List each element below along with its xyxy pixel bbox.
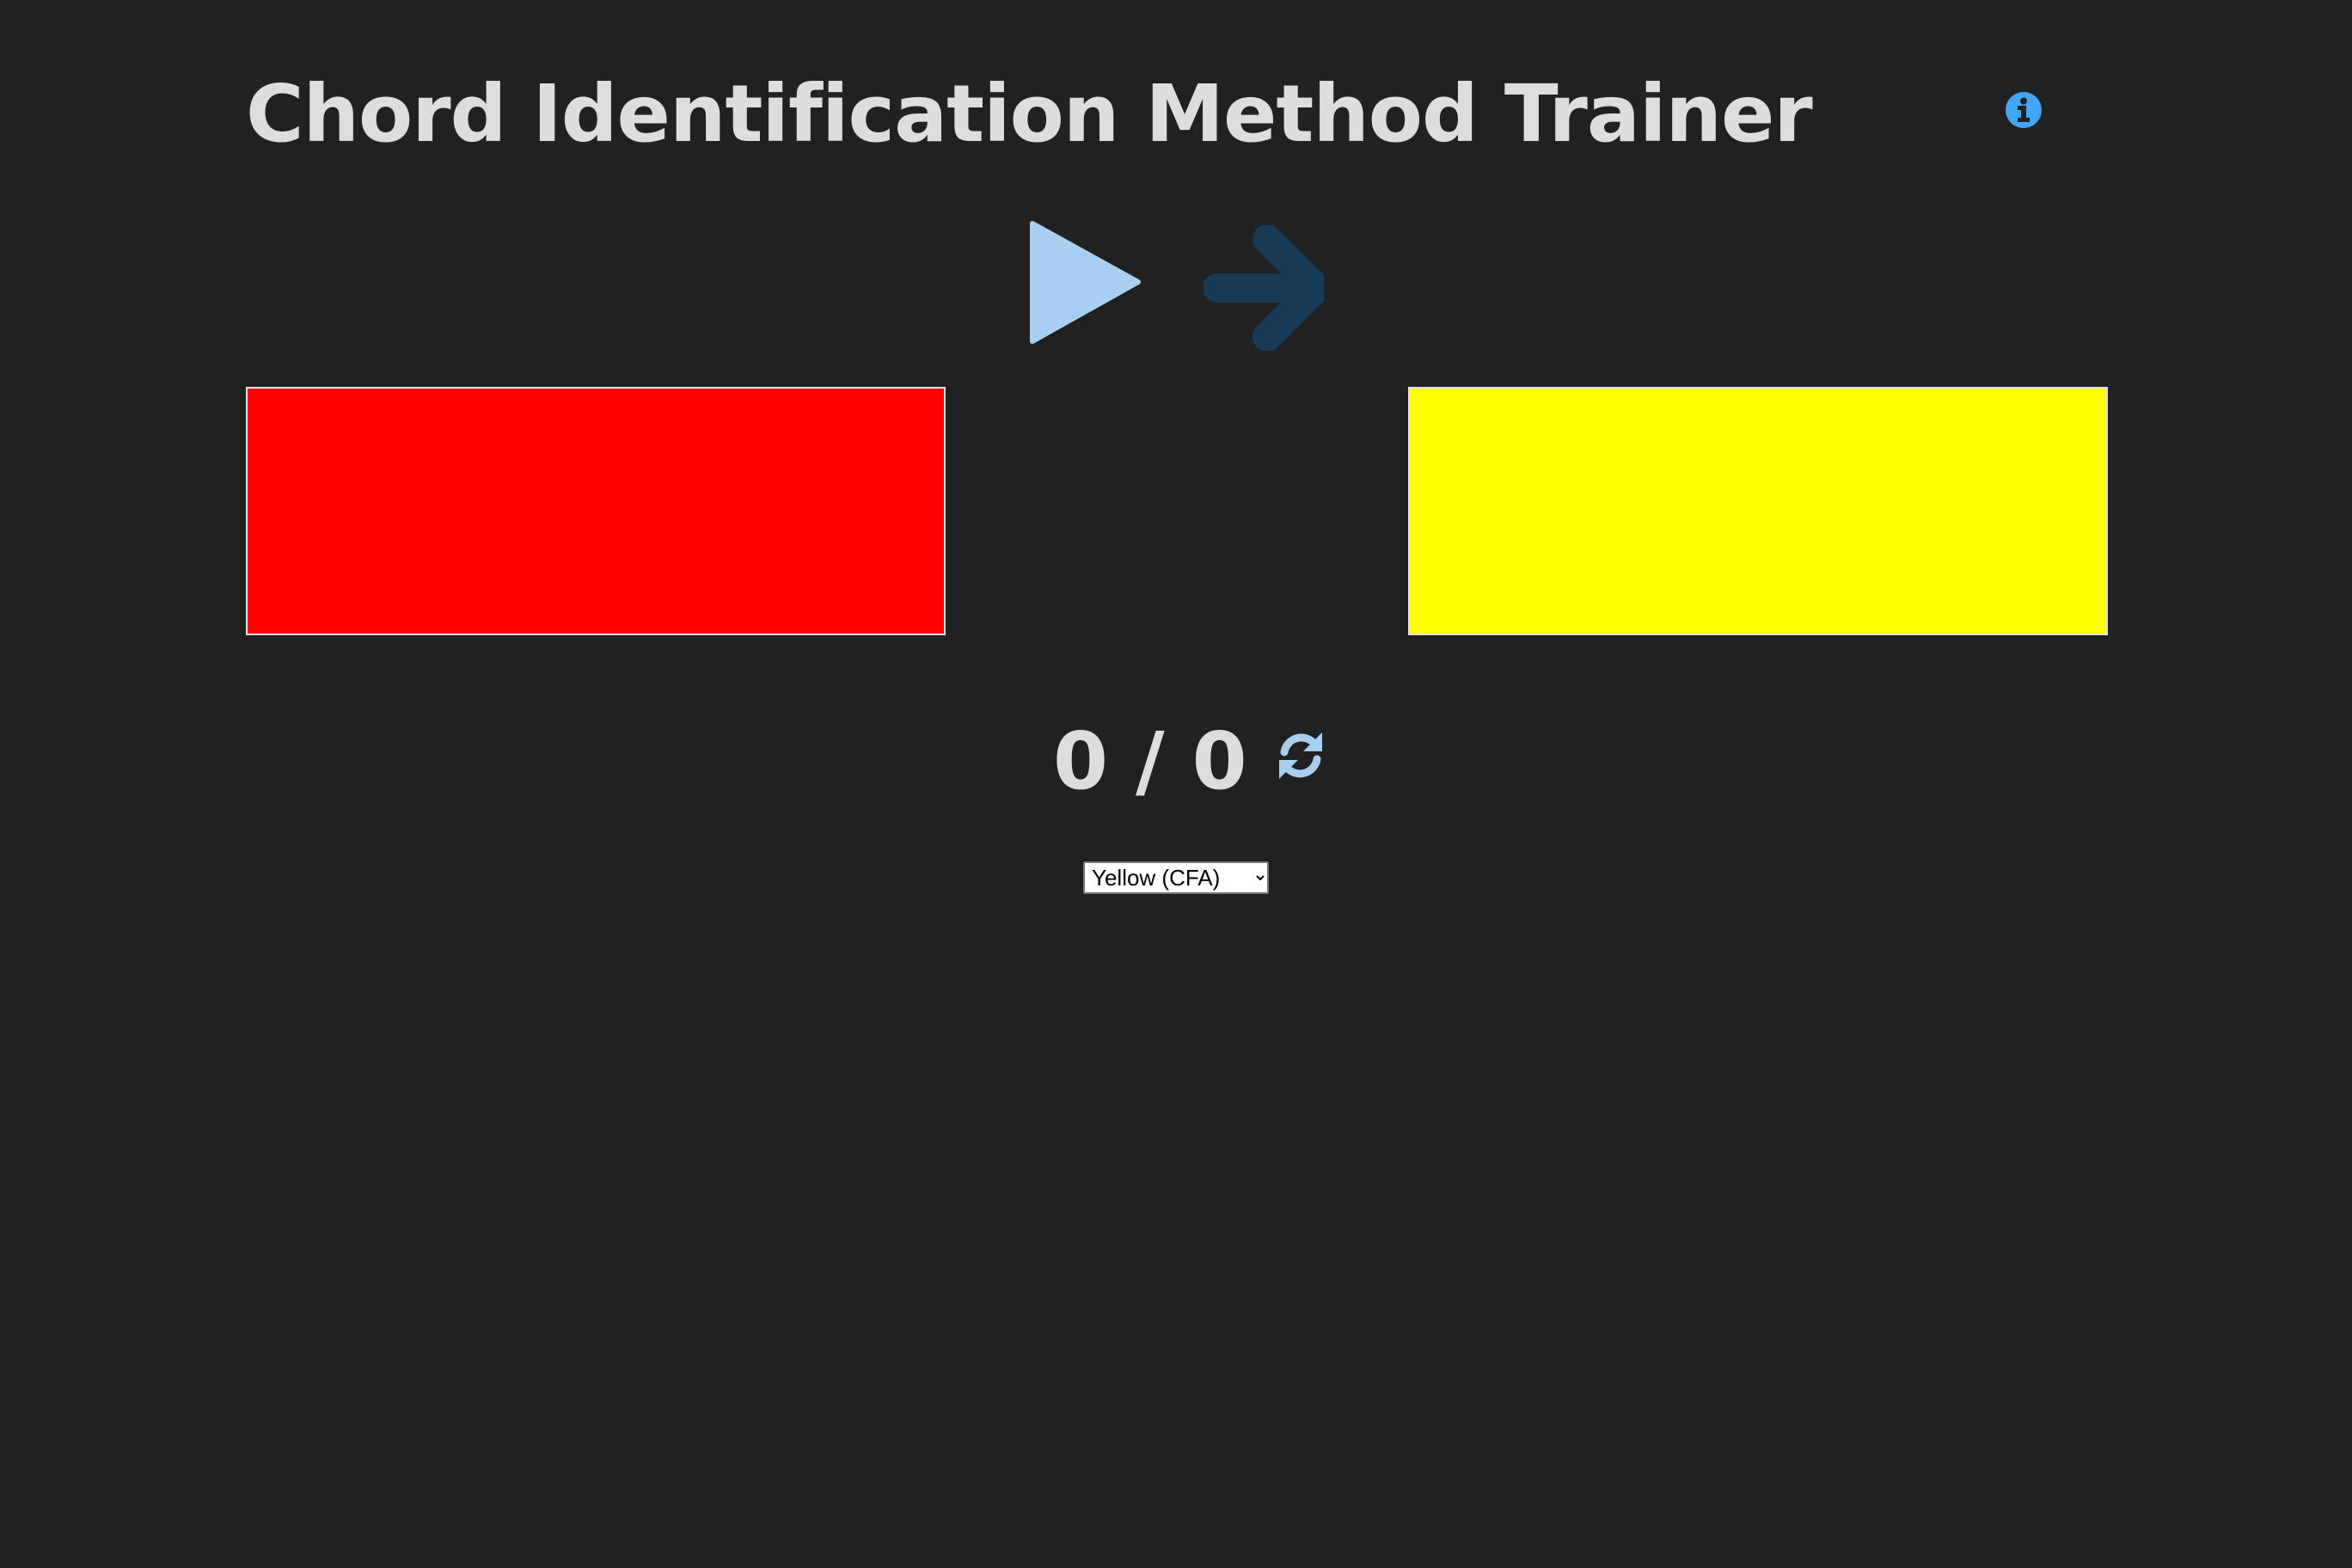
color-scheme-select[interactable]: Yellow (CFA) (1083, 861, 1269, 894)
page-title: Chord Identification Method Trainer (246, 68, 1813, 160)
next-button[interactable] (1203, 224, 1329, 352)
color-scheme-select-wrapper: Yellow (CFA) (1083, 861, 1269, 894)
info-button[interactable] (2005, 91, 2043, 129)
score-counter: 0 / 0 (1053, 715, 1247, 807)
arrow-right-icon (1203, 224, 1329, 352)
color-choice-red[interactable] (246, 387, 946, 635)
play-icon (1030, 221, 1141, 344)
play-button[interactable] (1027, 220, 1143, 345)
refresh-icon (1279, 732, 1322, 779)
info-circle-icon (2006, 92, 2042, 128)
reset-score-button[interactable] (1274, 729, 1327, 782)
color-choice-yellow[interactable] (1408, 387, 2108, 635)
